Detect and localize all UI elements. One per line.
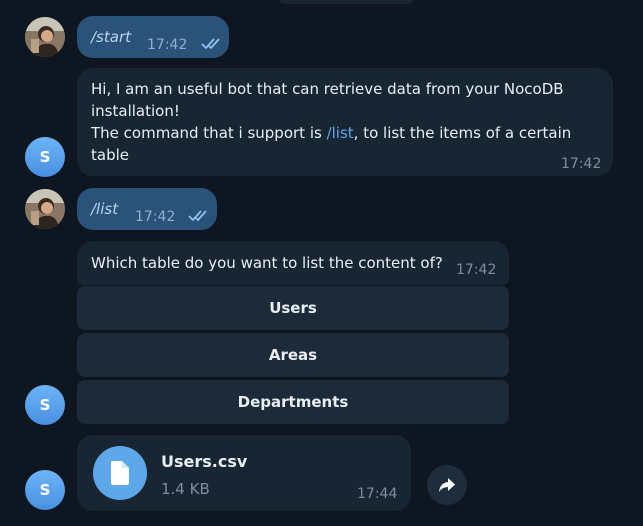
message-time: 17:42: [135, 209, 176, 225]
text-line: installation!: [91, 102, 180, 120]
message-bubble-start[interactable]: /start 17:42: [77, 16, 229, 58]
user-avatar[interactable]: [25, 17, 65, 57]
bot-avatar[interactable]: S: [25, 137, 65, 177]
keyboard-button-users[interactable]: Users: [77, 286, 509, 330]
bot-avatar[interactable]: S: [25, 470, 65, 510]
message-bubble-question[interactable]: Which table do you want to list the cont…: [77, 241, 509, 285]
bot-avatar[interactable]: S: [25, 385, 65, 425]
double-check-icon: [188, 210, 207, 222]
document-icon[interactable]: [93, 446, 147, 500]
message-time: 17:42: [147, 37, 188, 53]
keyboard-button-departments[interactable]: Departments: [77, 380, 509, 424]
text-segment: , to list the items of a certain: [353, 124, 572, 142]
share-button[interactable]: [427, 465, 467, 505]
text-segment: The command that i support is: [91, 124, 327, 142]
file-name[interactable]: Users.csv: [161, 452, 247, 471]
text-line: Hi, I am an useful bot that can retrieve…: [91, 80, 564, 98]
message-text: Hi, I am an useful bot that can retrieve…: [91, 78, 591, 166]
text-line: The command that i support is /list, to …: [91, 122, 591, 144]
file-size: 1.4 KB: [161, 480, 210, 498]
user-avatar[interactable]: [25, 189, 65, 229]
user-photo-icon: [25, 189, 65, 229]
double-check-icon: [201, 38, 220, 50]
message-time: 17:44: [357, 486, 398, 502]
message-bubble-intro[interactable]: Hi, I am an useful bot that can retrieve…: [77, 68, 613, 176]
share-arrow-icon: [439, 478, 455, 492]
message-text: Which table do you want to list the cont…: [91, 254, 443, 272]
message-bubble-list[interactable]: /list 17:42: [77, 188, 217, 230]
message-time: 17:42: [456, 262, 497, 278]
message-text[interactable]: /start: [91, 26, 131, 48]
text-line: table: [91, 146, 129, 164]
message-time: 17:42: [561, 156, 602, 172]
user-photo-icon: [25, 17, 65, 57]
previous-message-stub: [278, 0, 414, 4]
message-text[interactable]: /list: [91, 198, 118, 220]
command-link[interactable]: /list: [327, 124, 354, 142]
keyboard-button-areas[interactable]: Areas: [77, 333, 509, 377]
